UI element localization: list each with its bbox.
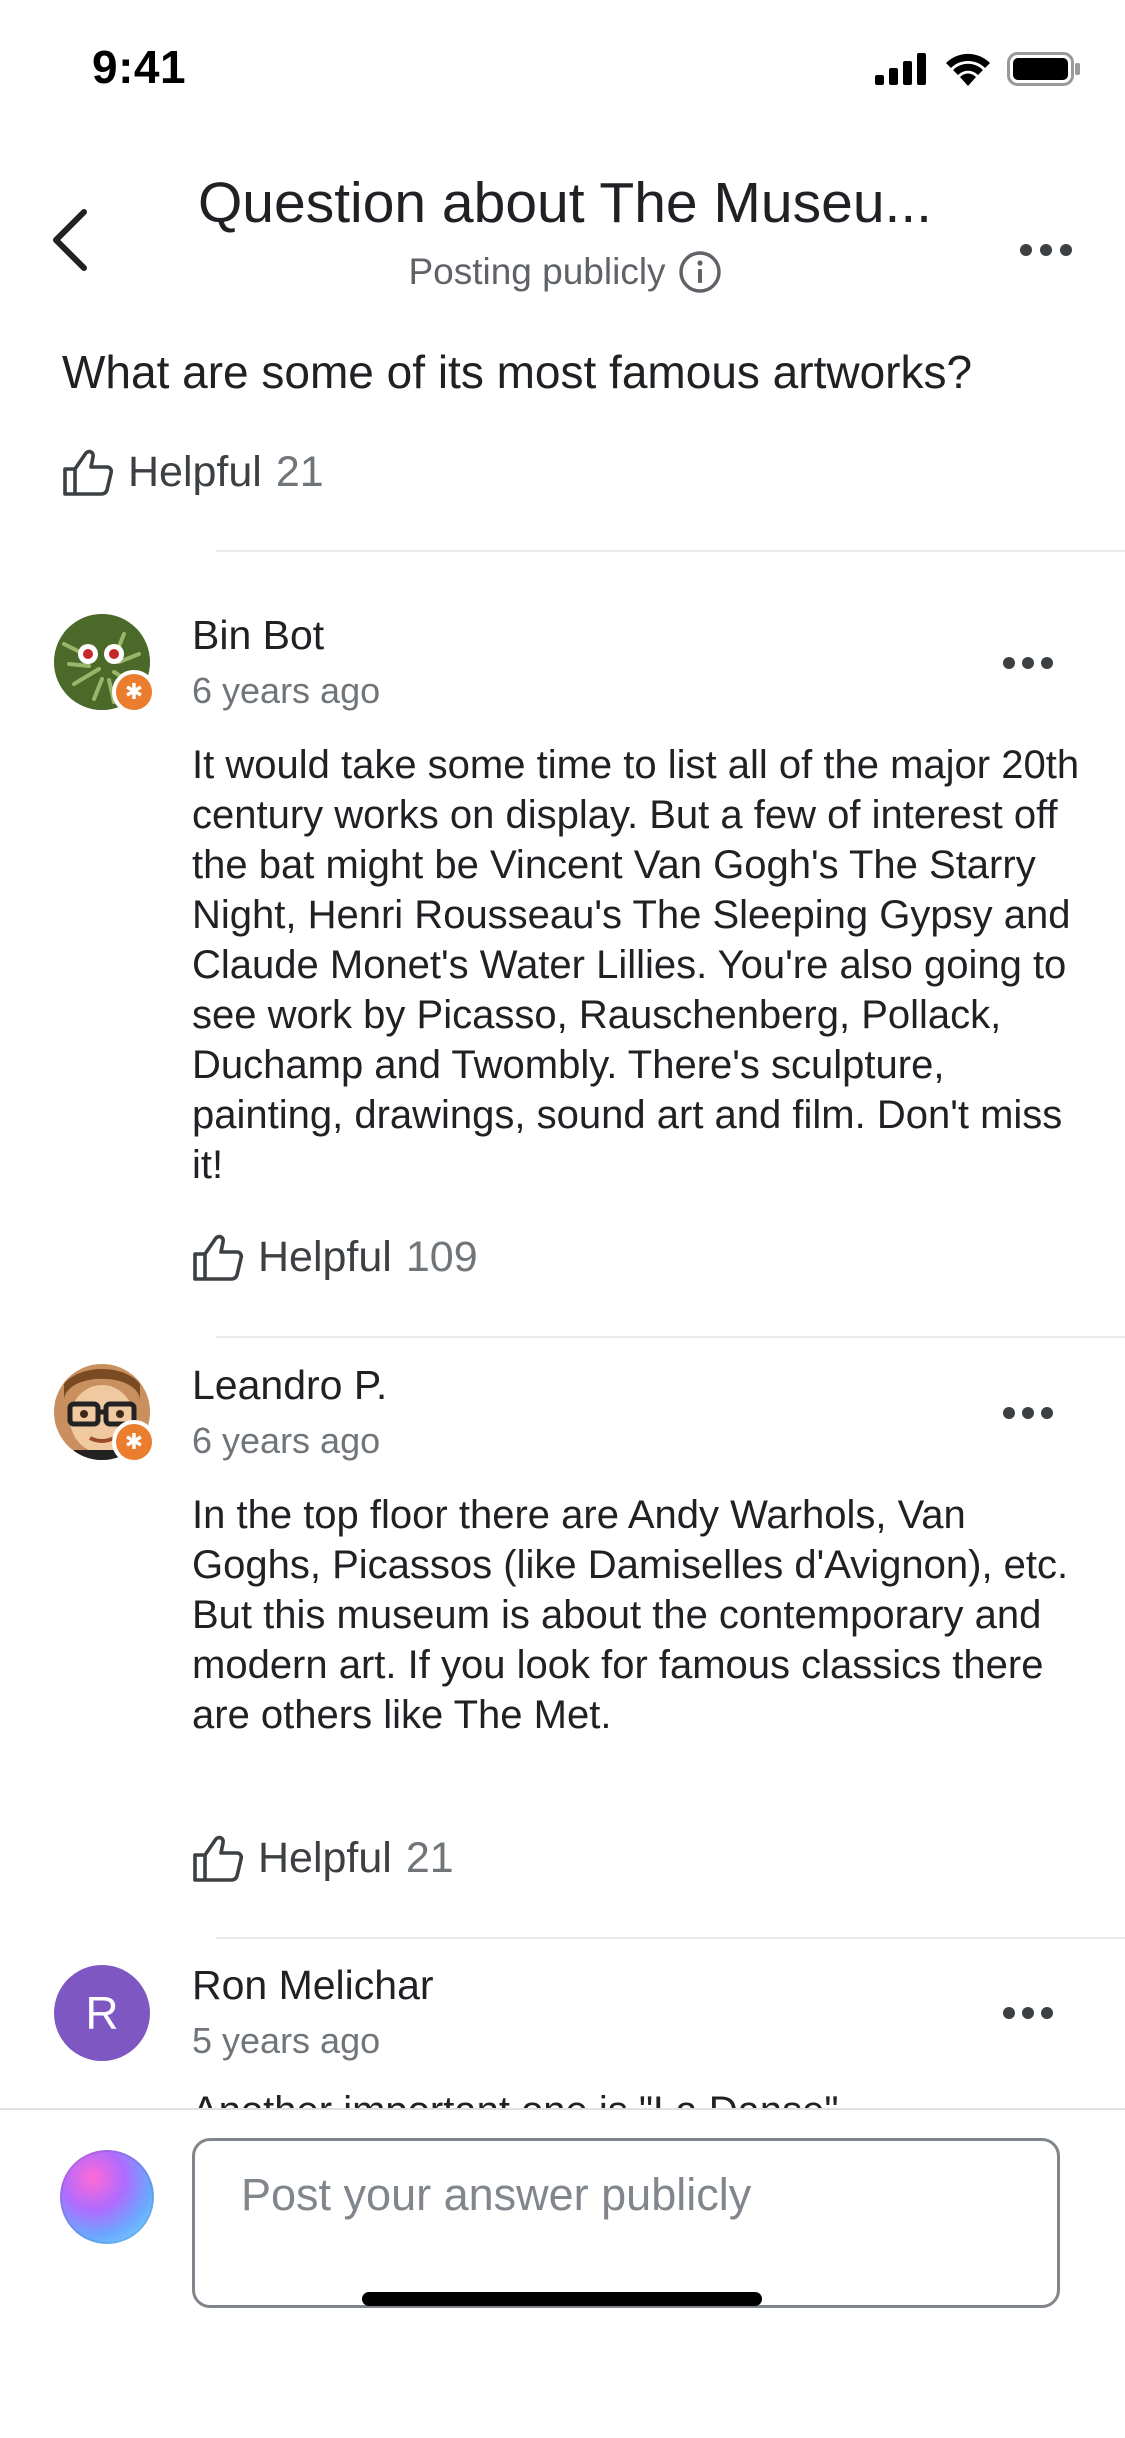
helpful-label: Helpful [258, 1834, 392, 1882]
wifi-icon [946, 53, 990, 86]
more-horizontal-icon [1020, 244, 1072, 256]
more-horizontal-icon [1003, 1407, 1053, 1419]
status-bar: 9:41 [0, 0, 1125, 130]
user-avatar [60, 2150, 154, 2244]
more-horizontal-icon [1003, 657, 1053, 669]
signal-icon [875, 53, 926, 85]
answer-time: 6 years ago [192, 1420, 381, 1461]
divider [216, 1937, 1125, 1939]
answer-body: It would take some time to list all of t… [192, 743, 1080, 1187]
answer-time: 6 years ago [192, 670, 381, 711]
answer-helpful-button[interactable]: Helpful 21 [192, 1834, 454, 1883]
chevron-left-icon [53, 209, 87, 271]
helpful-label: Helpful [128, 448, 262, 496]
answer-more-button[interactable] [993, 648, 1063, 678]
helpful-count: 109 [405, 1233, 478, 1281]
home-indicator [362, 2292, 762, 2306]
answer-body: In the top floor there are Andy Warhols,… [192, 1493, 1069, 1737]
answer-input[interactable]: Post your answer publicly [192, 2138, 1060, 2308]
avatar-letter[interactable]: R [54, 1965, 150, 2061]
local-guide-badge: ✱ [112, 670, 156, 714]
avatar-initial: R [85, 1987, 119, 2039]
answer-helpful-button[interactable]: Helpful 109 [192, 1233, 478, 1282]
answer-author[interactable]: Ron Melichar [192, 1962, 434, 2009]
avatar[interactable]: ✱ [54, 1364, 156, 1464]
answer-input-placeholder: Post your answer publicly [241, 2169, 752, 2220]
posting-visibility: Posting publicly [170, 250, 960, 294]
divider [216, 1336, 1125, 1338]
posting-visibility-label: Posting publicly [408, 251, 666, 292]
back-button[interactable] [40, 200, 100, 280]
answer-more-button[interactable] [993, 1998, 1063, 2028]
thumbs-up-icon [63, 449, 114, 496]
page-title: Question about The Museu... [197, 171, 933, 235]
question-helpful-button[interactable]: Helpful 21 [62, 448, 324, 497]
helpful-count: 21 [275, 448, 324, 496]
more-options-button[interactable] [1011, 230, 1081, 270]
more-horizontal-icon [1003, 2007, 1053, 2019]
answer-composer: Post your answer publicly [0, 2108, 1125, 2438]
status-time: 9:41 [92, 41, 187, 93]
info-icon[interactable] [678, 250, 722, 294]
helpful-count: 21 [405, 1834, 454, 1882]
answer-author[interactable]: Bin Bot [192, 612, 324, 659]
local-guide-badge: ✱ [112, 1420, 156, 1464]
question-text: What are some of its most famous artwork… [62, 346, 973, 398]
thumbs-up-icon [193, 1835, 244, 1882]
answer-time: 5 years ago [192, 2020, 381, 2061]
divider [216, 550, 1125, 552]
answer-author[interactable]: Leandro P. [192, 1362, 387, 1409]
status-icons [875, 52, 1081, 86]
battery-icon [1007, 52, 1080, 86]
header: Question about The Museu... Posting publ… [0, 150, 1125, 310]
helpful-label: Helpful [258, 1233, 392, 1281]
answer-more-button[interactable] [993, 1398, 1063, 1428]
avatar[interactable]: ✱ [54, 614, 156, 714]
thumbs-up-icon [193, 1234, 244, 1281]
